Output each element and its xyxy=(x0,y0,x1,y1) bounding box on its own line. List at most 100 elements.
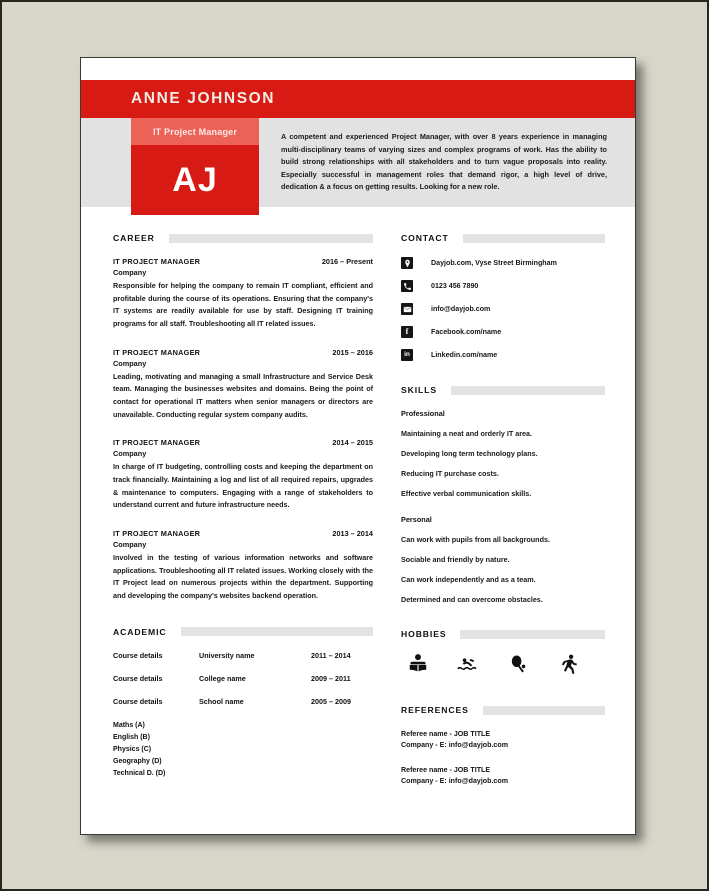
career-job-title: IT PROJECT MANAGER xyxy=(113,347,201,357)
section-header-contact: CONTACT xyxy=(401,233,605,243)
personal-summary: A competent and experienced Project Mana… xyxy=(281,132,607,192)
academic-institution: School name xyxy=(199,696,244,706)
academic-years: 2009 – 2011 xyxy=(311,673,351,683)
career-job-dates: 2015 – 2016 xyxy=(332,347,373,357)
section-header-references: REFERENCES xyxy=(401,705,605,715)
references-list: Referee name - JOB TITLE Company - E: inf… xyxy=(401,729,605,787)
skill-group-title: Personal xyxy=(401,515,432,524)
contact-value[interactable]: Facebook.com/name xyxy=(431,328,501,336)
contact-row: f Facebook.com/name xyxy=(401,326,605,338)
grade-item: Technical D. (D) xyxy=(113,770,166,778)
career-job-title: IT PROJECT MANAGER xyxy=(113,529,201,539)
career-job-dates: 2016 – Present xyxy=(321,257,373,266)
academic-row: Course details University name 2011 – 2014 xyxy=(113,651,373,660)
career-heading: CAREER xyxy=(113,233,155,243)
career-entry-header: IT PROJECT MANAGER 2014 – 2015 xyxy=(113,438,373,447)
job-title-band: IT Project Manager xyxy=(131,118,259,145)
skills-list: Professional Maintaining a neat and order… xyxy=(401,409,605,604)
reference-name-title: Referee name - JOB TITLE xyxy=(401,765,491,774)
contact-row: info@dayjob.com xyxy=(401,303,605,315)
section-header-academic: ACADEMIC xyxy=(113,627,373,637)
reference-company-email: Company - E: info@dayjob.com xyxy=(401,741,509,750)
academic-heading-rule xyxy=(180,627,373,637)
header-body: IT Project Manager AJ A competent and ex… xyxy=(81,118,635,215)
grade-item: Physics (C) xyxy=(113,746,152,754)
contact-value[interactable]: Linkedin.com/name xyxy=(431,351,497,359)
reference-name-title: Referee name - JOB TITLE xyxy=(401,730,491,738)
right-column: CONTACT Dayjob.com, Vyse Street Birmingh… xyxy=(391,233,635,800)
contact-heading: CONTACT xyxy=(401,233,449,243)
academic-institution: University name xyxy=(199,650,255,660)
reference-entry: Referee name - JOB TITLE Company - E: inf… xyxy=(401,729,605,752)
skills-heading: SKILLS xyxy=(401,385,437,395)
reference-company-email: Company - E: info@dayjob.com xyxy=(401,777,509,786)
career-description: Leading, motivating and managing a small… xyxy=(113,371,373,419)
skill-item: Reducing IT purchase costs. xyxy=(401,469,499,478)
section-header-career: CAREER xyxy=(113,233,373,243)
skill-item: Effective verbal communication skills. xyxy=(401,489,532,498)
contact-list: Dayjob.com, Vyse Street Birmingham 0123 4… xyxy=(401,257,605,361)
career-heading-rule xyxy=(168,233,373,243)
contact-value[interactable]: info@dayjob.com xyxy=(431,305,490,313)
academic-course: Course details xyxy=(113,696,163,706)
racket-sport-icon xyxy=(507,653,529,675)
profile-block: IT Project Manager AJ xyxy=(81,118,259,215)
name-banner: ANNE JOHNSON xyxy=(81,80,635,118)
career-entry: IT PROJECT MANAGER 2014 – 2015 Company In c… xyxy=(113,438,373,512)
page-top-margin xyxy=(81,58,635,80)
academic-section: ACADEMIC Course details University name 20… xyxy=(113,627,373,781)
academic-row: Course details School name 2005 – 2009 xyxy=(113,697,373,706)
career-entry-header: IT PROJECT MANAGER 2016 – Present xyxy=(113,257,373,266)
avatar-initials: AJ xyxy=(172,160,218,199)
hobbies-heading-rule xyxy=(460,629,605,639)
facebook-icon: f xyxy=(401,326,413,338)
hobby-icon-row xyxy=(401,653,605,675)
academic-course: Course details xyxy=(113,650,163,660)
academic-heading: ACADEMIC xyxy=(113,626,167,637)
career-job-title: IT PROJECT MANAGER xyxy=(113,438,201,448)
academic-institution: College name xyxy=(199,673,246,683)
career-job-dates: 2014 – 2015 xyxy=(332,438,373,448)
resume-page: ANNE JOHNSON IT Project Manager AJ A com… xyxy=(80,57,636,835)
contact-value[interactable]: Dayjob.com, Vyse Street Birmingham xyxy=(431,259,557,267)
skill-item: Developing long term technology plans. xyxy=(401,449,538,458)
contact-row: Dayjob.com, Vyse Street Birmingham xyxy=(401,257,605,269)
academic-years: 2011 – 2014 xyxy=(311,650,351,660)
academic-course: Course details xyxy=(113,673,163,683)
contact-value[interactable]: 0123 456 7890 xyxy=(431,282,478,290)
section-header-hobbies: HOBBIES xyxy=(401,629,605,639)
section-header-skills: SKILLS xyxy=(401,385,605,395)
skill-item: Determined and can overcome obstacles. xyxy=(401,595,543,604)
career-company: Company xyxy=(113,449,147,459)
phone-icon xyxy=(401,280,413,292)
academic-list: Course details University name 2011 – 2014… xyxy=(113,651,373,706)
email-icon xyxy=(401,303,413,315)
grade-item: Maths (A) xyxy=(113,721,145,729)
resume-columns: CAREER IT PROJECT MANAGER 2016 – Present C… xyxy=(81,207,635,800)
career-description: In charge of IT budgeting, controlling c… xyxy=(113,462,373,510)
career-description: Involved in the testing of various infor… xyxy=(113,553,373,601)
hobbies-section: HOBBIES xyxy=(401,629,605,675)
career-list: IT PROJECT MANAGER 2016 – Present Company R… xyxy=(113,257,373,603)
career-description: Responsible for helping the company to r… xyxy=(113,281,373,329)
reference-entry: Referee name - JOB TITLE Company - E: inf… xyxy=(401,765,605,788)
career-entry: IT PROJECT MANAGER 2013 – 2014 Company Invo… xyxy=(113,529,373,603)
contact-row: in Linkedin.com/name xyxy=(401,349,605,361)
references-heading: REFERENCES xyxy=(401,705,469,715)
skills-heading-rule xyxy=(450,385,605,395)
job-title-label: IT Project Manager xyxy=(152,126,238,137)
skill-item: Can work with pupils from all background… xyxy=(401,535,550,544)
skill-group-title: Professional xyxy=(401,409,445,418)
career-entry: IT PROJECT MANAGER 2015 – 2016 Company Lead… xyxy=(113,348,373,422)
career-entry: IT PROJECT MANAGER 2016 – Present Company R… xyxy=(113,257,373,331)
references-section: REFERENCES Referee name - JOB TITLE Compa… xyxy=(401,705,605,787)
academic-row: Course details College name 2009 – 2011 xyxy=(113,674,373,683)
career-entry-header: IT PROJECT MANAGER 2015 – 2016 xyxy=(113,348,373,357)
references-heading-rule xyxy=(482,705,605,715)
career-company: Company xyxy=(113,268,147,277)
skill-item: Sociable and friendly by nature. xyxy=(401,555,510,564)
hobbies-heading: HOBBIES xyxy=(401,629,447,639)
career-entry-header: IT PROJECT MANAGER 2013 – 2014 xyxy=(113,529,373,538)
career-company: Company xyxy=(113,358,147,368)
skills-section: SKILLS Professional Maintaining a neat an… xyxy=(401,385,605,604)
